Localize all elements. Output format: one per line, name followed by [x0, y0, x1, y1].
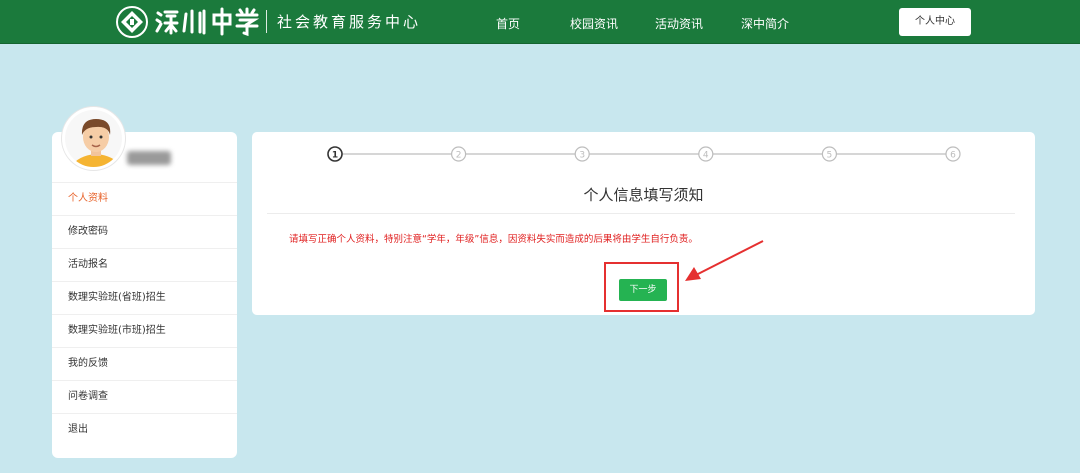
step-number: 4	[703, 151, 709, 161]
logo-divider	[266, 10, 267, 33]
nav-home[interactable]: 首页	[496, 15, 520, 32]
annotation-highlight-box	[604, 262, 679, 312]
sidebar-item-profile[interactable]: 个人资料	[52, 182, 237, 215]
step-number: 1	[332, 151, 338, 161]
sidebar-item-change-password[interactable]: 修改密码	[52, 215, 237, 248]
logo-subtitle: 社会教育服务中心	[277, 13, 422, 31]
step-1: 1	[327, 146, 343, 162]
step-6: 6	[945, 146, 961, 162]
nav-campus-news[interactable]: 校园资讯	[570, 15, 618, 32]
sidebar: 个人资料 修改密码 活动报名 数理实验班(省班)招生 数理实验班(市班)招生 我…	[52, 132, 237, 458]
school-name-logo[interactable]	[154, 5, 260, 37]
avatar[interactable]	[62, 107, 125, 170]
sidebar-item-math-provincial[interactable]: 数理实验班(省班)招生	[52, 281, 237, 314]
sidebar-item-math-city[interactable]: 数理实验班(市班)招生	[52, 314, 237, 347]
notice-text: 请填写正确个人资料，特别注意“学年，年级”信息，因资料失实而造成的后果将由学生自…	[289, 234, 698, 245]
site-header: 社会教育服务中心 首页 校园资讯 活动资讯 深中简介 个人中心	[0, 0, 1080, 44]
sidebar-item-logout[interactable]: 退出	[52, 413, 237, 446]
step-number: 3	[579, 151, 585, 161]
step-4: 4	[698, 146, 714, 162]
nav-activity-news[interactable]: 活动资讯	[655, 15, 703, 32]
sidebar-item-feedback[interactable]: 我的反馈	[52, 347, 237, 380]
step-progress: 1 2 3 4 5 6	[327, 146, 961, 162]
sidebar-menu: 个人资料 修改密码 活动报名 数理实验班(省班)招生 数理实验班(市班)招生 我…	[52, 182, 237, 446]
page-title: 个人信息填写须知	[583, 186, 704, 204]
step-number: 5	[827, 151, 833, 161]
sidebar-item-activity-signup[interactable]: 活动报名	[52, 248, 237, 281]
annotation-arrow-icon	[685, 240, 764, 281]
title-divider	[267, 213, 1015, 214]
user-center-button[interactable]: 个人中心	[899, 8, 971, 36]
step-number: 2	[456, 151, 462, 161]
username-blurred	[127, 151, 171, 165]
step-3: 3	[574, 146, 590, 162]
school-emblem-icon[interactable]	[116, 6, 148, 38]
step-number: 6	[950, 151, 956, 161]
nav-school-intro[interactable]: 深中简介	[741, 15, 789, 32]
step-5: 5	[821, 146, 838, 162]
step-2: 2	[451, 146, 467, 162]
sidebar-item-survey[interactable]: 问卷调查	[52, 380, 237, 413]
